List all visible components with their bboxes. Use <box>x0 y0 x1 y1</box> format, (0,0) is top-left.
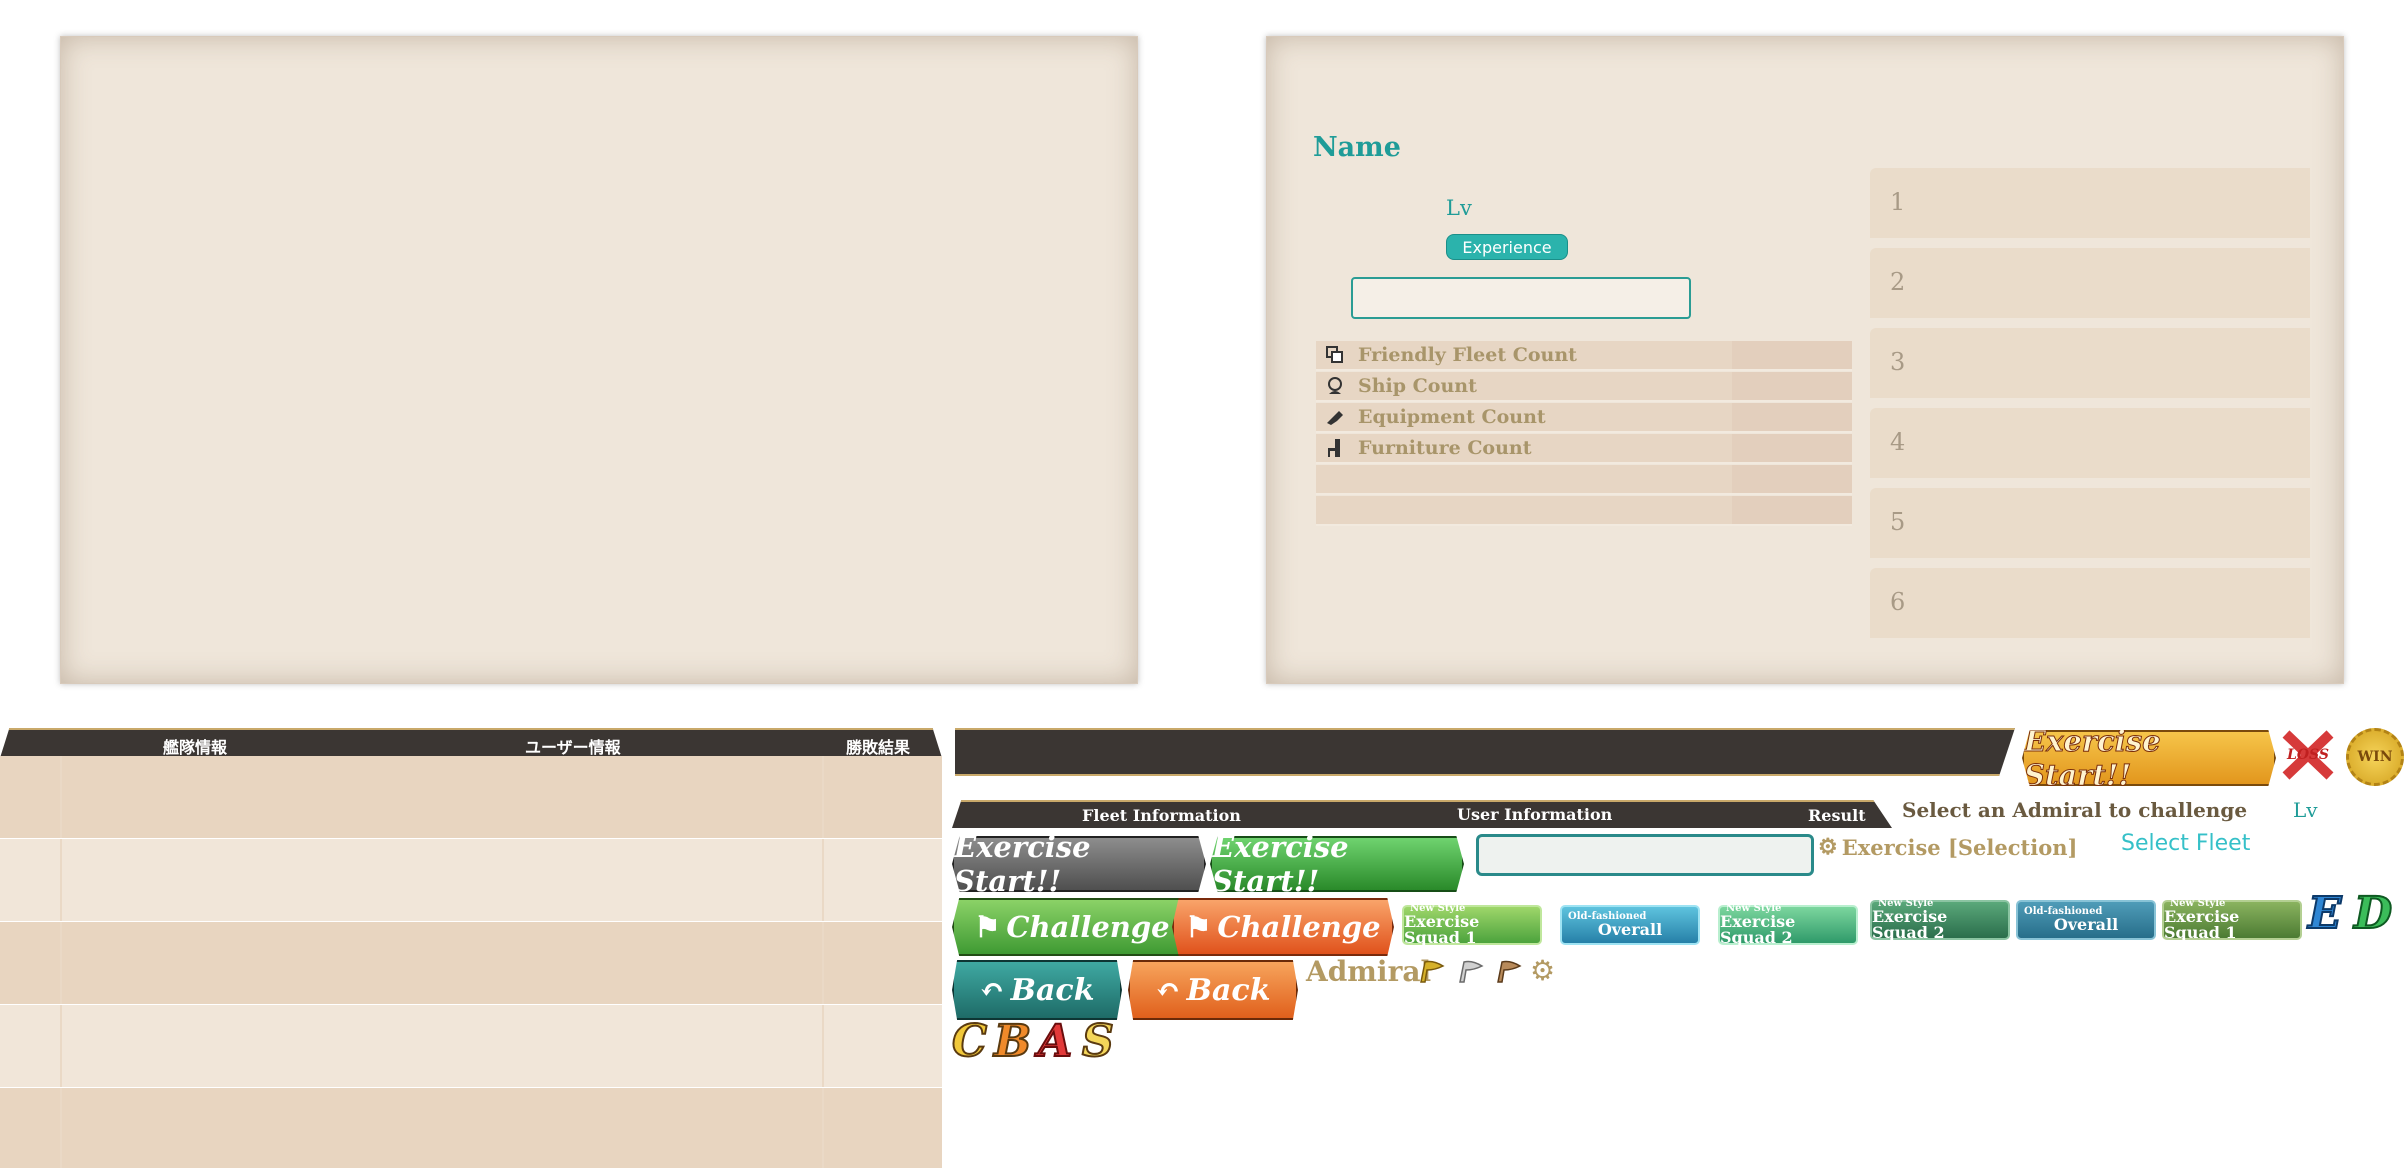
stat-label: Friendly Fleet Count <box>1358 344 1577 366</box>
win-badge: WIN <box>2346 728 2404 786</box>
chair-icon <box>1328 439 1340 457</box>
stat-row <box>1316 496 1852 526</box>
tab-label: Exercise Squad 2 <box>1720 912 1796 947</box>
table-row[interactable] <box>0 839 942 921</box>
tab-label: Exercise Squad 2 <box>1872 907 1948 942</box>
flag-icon: ⚑ <box>1185 910 1212 944</box>
fleet-slot[interactable]: 1 <box>1870 168 2310 238</box>
slot-number: 6 <box>1890 588 1906 616</box>
loss-badge: LOSS <box>2280 730 2336 780</box>
stat-row: Ship Count <box>1316 372 1852 402</box>
jp-table-header: 艦隊情報 ユーザー情報 勝敗結果 <box>0 728 942 758</box>
stat-label: Ship Count <box>1358 375 1477 397</box>
profile-name-label: Name <box>1313 132 1401 163</box>
slot-number: 2 <box>1890 268 1906 296</box>
ship-girl-icon <box>1328 377 1342 394</box>
select-admiral-text: Select an Admiral to challenge <box>1902 798 2248 822</box>
win-label: WIN <box>2357 749 2393 765</box>
stat-row: Furniture Count <box>1316 434 1852 464</box>
back-button-teal[interactable]: ↶ Back <box>952 960 1122 1020</box>
flag-icon: ⚑ <box>974 910 1001 944</box>
bronze-flag-icon <box>1497 960 1522 983</box>
slot-number: 5 <box>1890 508 1906 536</box>
gear-icon: ⚙ <box>1530 954 1556 987</box>
fleet-slot[interactable]: 4 <box>1870 408 2310 478</box>
header-fleet-information: Fleet Information <box>1082 806 1241 825</box>
loss-label: LOSS <box>2287 747 2329 763</box>
gold-flag-icon <box>1420 960 1445 983</box>
lv-text: Lv <box>2293 798 2318 822</box>
back-label: Back <box>1010 972 1095 1008</box>
title-banner <box>955 728 2015 776</box>
tab-new-style-squad-1[interactable]: New Style Exercise Squad 1 <box>1402 904 1542 947</box>
rank-b: B <box>993 1015 1032 1068</box>
header-fleet-info: 艦隊情報 <box>163 738 228 757</box>
slot-number: 3 <box>1890 348 1906 376</box>
stat-label: Equipment Count <box>1358 406 1546 428</box>
table-row[interactable] <box>0 922 942 1004</box>
rank-s: S <box>1081 1015 1115 1068</box>
exercise-start-button-gold[interactable]: Exercise Start!! <box>2022 730 2276 786</box>
equipment-icon <box>1327 411 1343 425</box>
slot-number: 4 <box>1890 428 1906 456</box>
tab-old-fashioned-overall[interactable]: Old-fashioned Overall <box>1560 905 1700 945</box>
rank-e: E <box>2307 887 2343 940</box>
exercise-selection-text: Exercise [Selection] <box>1841 834 2078 860</box>
header-user-information: User Information <box>1457 805 1613 824</box>
slot-number: 1 <box>1890 188 1906 216</box>
experience-label: Experience <box>1462 237 1552 257</box>
table-row[interactable] <box>0 756 942 838</box>
table-row[interactable] <box>0 1005 942 1087</box>
tab-label: Exercise Squad 1 <box>1404 912 1480 947</box>
challenge-label: Challenge <box>1217 910 1381 944</box>
select-fleet-text: Select Fleet <box>2121 831 2251 856</box>
back-arrow-icon: ↶ <box>1155 972 1181 1008</box>
tab-label: Overall <box>1597 920 1663 939</box>
blank-paper-panel <box>60 36 1138 684</box>
stat-row: Friendly Fleet Count <box>1316 341 1852 371</box>
stat-row: Equipment Count <box>1316 403 1852 433</box>
profile-level-label: Lv <box>1446 196 1472 220</box>
exercise-start-button-green[interactable]: Exercise Start!! <box>1210 836 1464 892</box>
fleet-slot[interactable]: 6 <box>1870 568 2310 638</box>
exercise-start-label: Exercise Start!! <box>1212 830 1349 898</box>
back-label: Back <box>1186 972 1271 1008</box>
exercise-start-button-disabled[interactable]: Exercise Start!! <box>952 836 1206 892</box>
fleet-slot[interactable]: 2 <box>1870 248 2310 318</box>
tab-old-fashioned-overall-dim[interactable]: Old-fashioned Overall <box>2016 900 2156 940</box>
tab-new-style-squad-1-dim[interactable]: New Style Exercise Squad 1 <box>2162 899 2302 942</box>
exercise-start-label: Exercise Start!! <box>2024 724 2162 792</box>
fleet-slot[interactable]: 5 <box>1870 488 2310 558</box>
exercise-start-label: Exercise Start!! <box>954 830 1091 898</box>
challenge-button-green[interactable]: ⚑ Challenge <box>952 898 1192 956</box>
comment-bubble[interactable] <box>1476 834 1814 876</box>
stat-label: Furniture Count <box>1358 437 1532 459</box>
rank-d: D <box>2353 887 2393 940</box>
en-table-header: Fleet Information User Information Resul… <box>952 800 1892 828</box>
tab-label: Overall <box>2053 915 2119 934</box>
stat-row <box>1316 465 1852 495</box>
back-arrow-icon: ↶ <box>979 972 1005 1008</box>
header-result: 勝敗結果 <box>846 738 911 757</box>
header-user-info: ユーザー情報 <box>525 738 621 757</box>
fleet-slot[interactable]: 3 <box>1870 328 2310 398</box>
rank-c: C <box>951 1015 988 1068</box>
tab-new-style-squad-2-dim[interactable]: New Style Exercise Squad 2 <box>1870 899 2010 942</box>
exercise-selection-label: ⚙ Exercise [Selection] <box>1818 834 2077 860</box>
silver-flag-icon <box>1459 960 1484 983</box>
tab-label: Exercise Squad 1 <box>2164 907 2240 942</box>
gear-icon: ⚙ <box>1818 834 1838 860</box>
back-button-orange[interactable]: ↶ Back <box>1128 960 1298 1020</box>
admiral-text: Admiral <box>1306 955 1432 988</box>
fleet-icon <box>1326 346 1343 363</box>
table-row[interactable] <box>0 1088 942 1168</box>
rank-a: A <box>1037 1015 1073 1068</box>
challenge-button-orange[interactable]: ⚑ Challenge <box>1172 898 1394 956</box>
comment-input[interactable] <box>1351 277 1691 319</box>
header-result: Result <box>1808 806 1866 825</box>
experience-badge: Experience <box>1446 234 1568 260</box>
challenge-label: Challenge <box>1006 910 1170 944</box>
tab-new-style-squad-2[interactable]: New Style Exercise Squad 2 <box>1718 904 1858 947</box>
